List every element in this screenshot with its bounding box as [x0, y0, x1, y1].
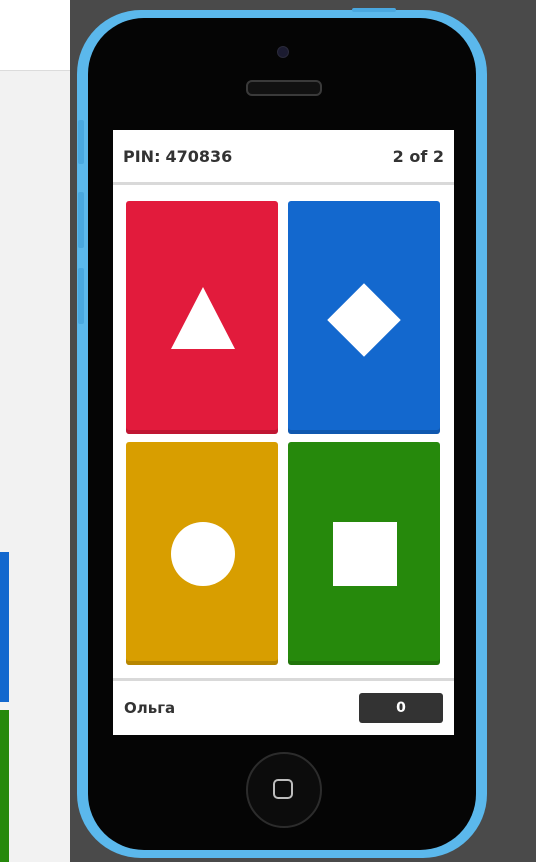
volume-down-button [78, 268, 84, 324]
pin-label: PIN: [123, 146, 161, 166]
mute-switch [78, 120, 84, 164]
answer-grid [126, 201, 441, 665]
power-button [352, 8, 396, 12]
diamond-icon [327, 283, 401, 357]
left-panel-header [0, 0, 70, 71]
pin-value: 470836 [165, 146, 233, 166]
left-blue-strip [0, 552, 9, 702]
square-icon [333, 522, 397, 586]
home-square-icon [273, 779, 293, 799]
speaker-grille [246, 80, 322, 96]
circle-icon [171, 522, 235, 586]
front-camera-icon [277, 46, 289, 58]
answer-red-triangle-button[interactable] [126, 201, 278, 434]
question-counter: 2 of 2 [392, 146, 444, 166]
triangle-icon [171, 287, 235, 349]
answer-blue-diamond-button[interactable] [288, 201, 440, 434]
answer-green-square-button[interactable] [288, 442, 440, 665]
left-panel [0, 0, 70, 862]
volume-up-button [78, 192, 84, 248]
player-bar: Ольга 0 [113, 678, 454, 735]
game-status-bar: PIN: 470836 2 of 2 [113, 130, 454, 185]
home-button[interactable] [246, 752, 322, 828]
phone-screen: PIN: 470836 2 of 2 Ольга 0 [113, 130, 454, 735]
player-name: Ольга [124, 699, 176, 717]
score-badge: 0 [359, 693, 443, 723]
game-pin: PIN: 470836 [123, 147, 232, 166]
left-green-strip [0, 710, 9, 862]
answer-yellow-circle-button[interactable] [126, 442, 278, 665]
score-value: 0 [396, 700, 406, 716]
